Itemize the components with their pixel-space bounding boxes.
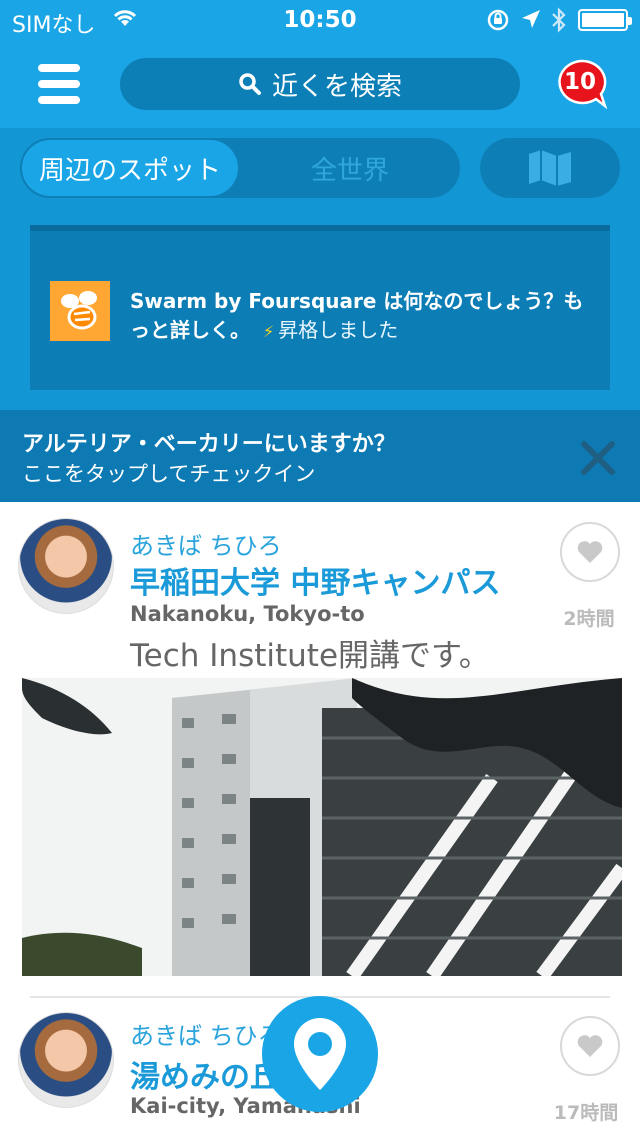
venue-name[interactable]: 早稲田大学 中野キャンパス [130, 558, 500, 602]
close-icon[interactable] [578, 438, 618, 478]
rotation-lock-icon [487, 9, 509, 31]
user-name[interactable]: あきば ちひろ [130, 526, 282, 561]
promo-text: Swarm by Foursquare は何なのでしょう？もっと詳しく。 ⚡ 昇格… [130, 287, 590, 346]
tab-nearby[interactable]: 周辺のスポット [22, 140, 238, 196]
timestamp: 2時間 [563, 608, 615, 630]
bluetooth-icon [552, 7, 566, 33]
search-field[interactable]: 近くを検索 [120, 58, 520, 110]
avatar[interactable] [18, 518, 114, 614]
tab-bar: 周辺のスポット 全世界 [0, 128, 640, 210]
swarm-promo-card[interactable]: Swarm by Foursquare は何なのでしょう？もっと詳しく。 ⚡ 昇格… [30, 225, 610, 390]
swarm-logo [50, 281, 110, 341]
user-name[interactable]: あきば ちひろ [130, 1016, 282, 1051]
checkin-prompt-subtitle: ここをタップしてチェックイン [22, 462, 316, 486]
avatar[interactable] [18, 1012, 114, 1108]
location-arrow-icon [522, 10, 540, 28]
menu-button[interactable] [38, 64, 80, 104]
timestamp: 17時間 [553, 1102, 619, 1124]
notification-count: 10 [563, 69, 596, 95]
tab-worldwide[interactable]: 全世界 [240, 138, 460, 198]
checkin-fab-button[interactable] [262, 996, 378, 1112]
battery-icon [578, 9, 632, 31]
building-photo [22, 678, 622, 976]
venue-name[interactable]: 湯めみの丘 [130, 1052, 280, 1096]
top-bar: SIMなし 10:50 近くを検索 10 [0, 0, 640, 128]
swarm-bee-icon [61, 291, 97, 330]
like-button[interactable] [560, 1016, 620, 1076]
location-pin-icon [294, 1018, 346, 1090]
search-icon [239, 73, 261, 95]
promo-upgrade-status: 昇格しました [278, 318, 399, 342]
heart-icon [577, 1035, 603, 1057]
scope-segmented-control: 周辺のスポット 全世界 [20, 138, 460, 198]
checkin-shout: Tech Institute開講です。 [130, 638, 490, 674]
lightning-icon: ⚡ [262, 322, 275, 341]
status-time: 10:50 [283, 7, 357, 33]
checkin-photo[interactable] [22, 678, 622, 976]
notifications-button[interactable]: 10 [556, 59, 608, 109]
like-button[interactable] [560, 522, 620, 582]
checkin-prompt-title: アルテリア・ベーカリーにいますか？ [22, 432, 396, 457]
search-placeholder: 近くを検索 [271, 71, 402, 102]
map-button[interactable] [480, 138, 620, 198]
heart-icon [577, 541, 603, 563]
venue-location: Nakanoku, Tokyo-to [130, 602, 365, 626]
checkin-prompt-banner[interactable]: アルテリア・ベーカリーにいますか？ ここをタップしてチェックイン [0, 410, 640, 502]
status-bar: SIMなし 10:50 [0, 0, 640, 40]
map-icon [529, 150, 571, 186]
promo-area: Swarm by Foursquare は何なのでしょう？もっと詳しく。 ⚡ 昇格… [0, 210, 640, 410]
